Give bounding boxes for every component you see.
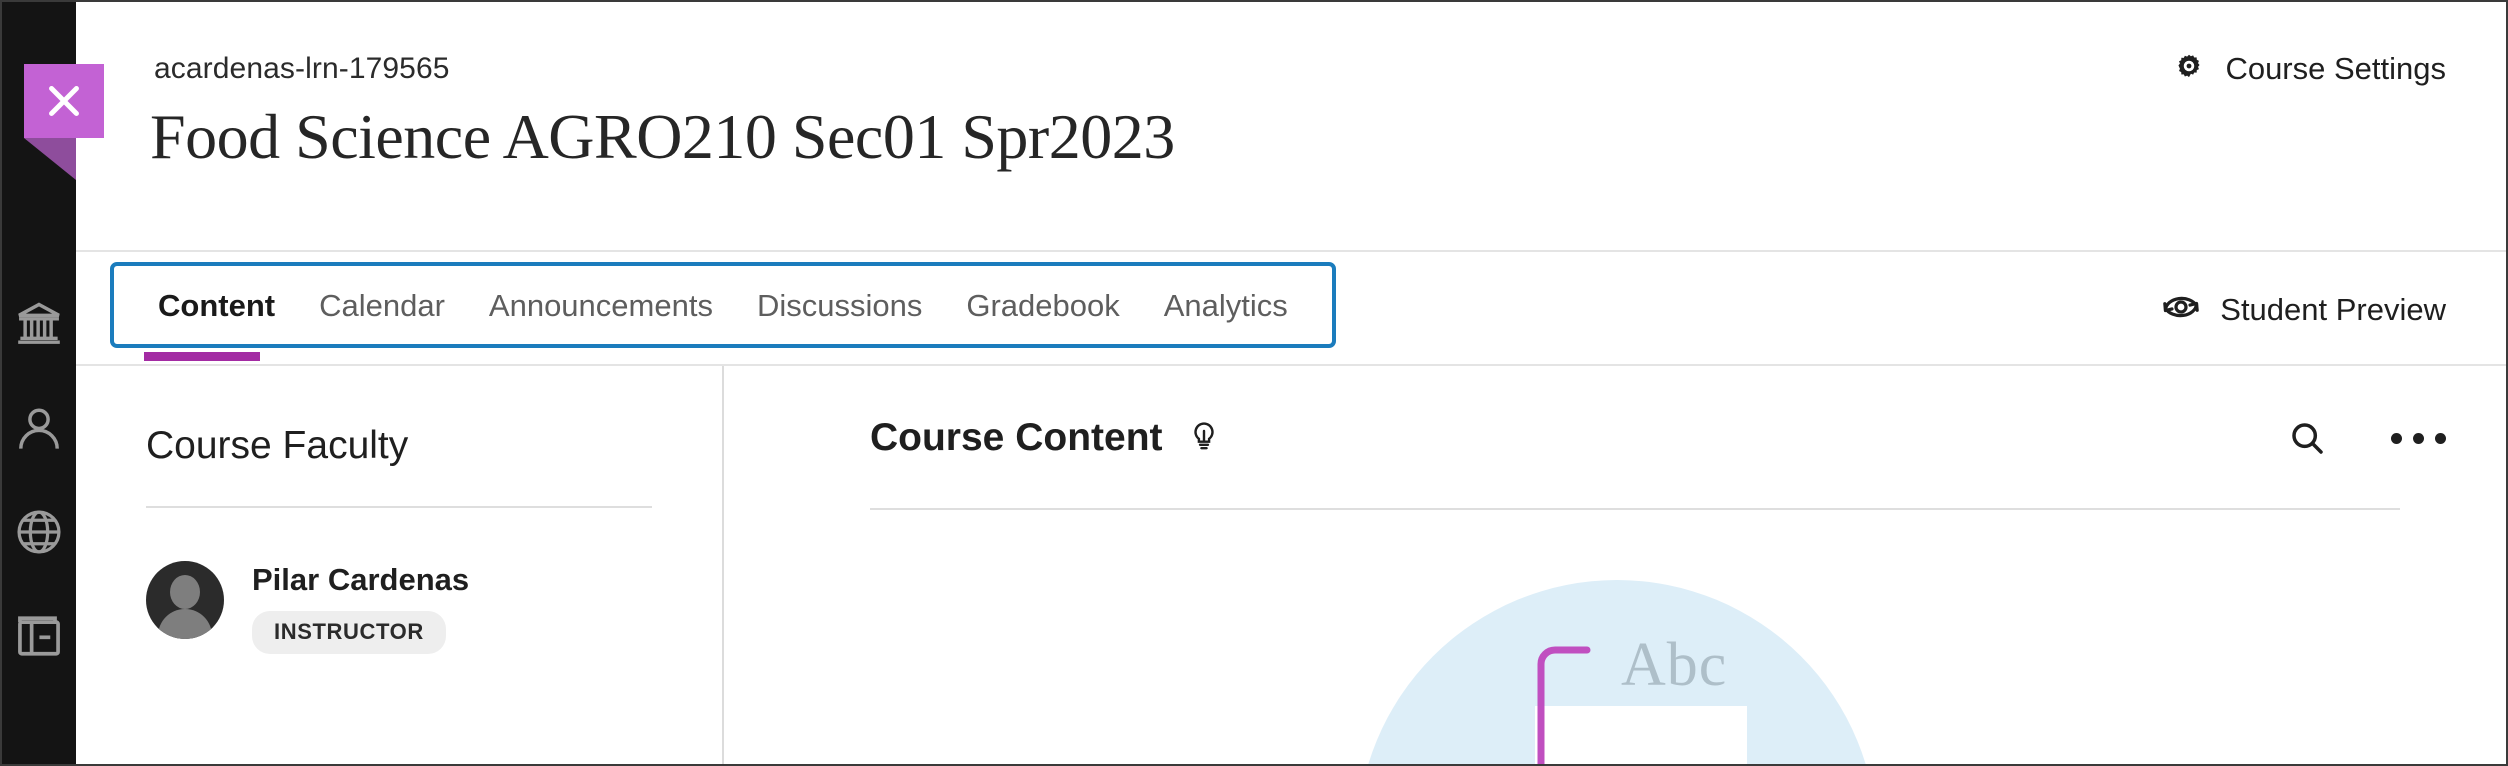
course-faculty-panel: Course Faculty Pilar Cardenas INSTRUCTOR bbox=[76, 366, 724, 766]
active-tab-indicator bbox=[144, 352, 260, 361]
course-settings-label: Course Settings bbox=[2225, 51, 2446, 87]
student-preview-label: Student Preview bbox=[2220, 292, 2446, 328]
content-action-bar bbox=[2287, 418, 2446, 458]
globe-icon bbox=[13, 506, 65, 558]
content-divider bbox=[870, 508, 2400, 510]
rail-item-courses[interactable] bbox=[2, 480, 76, 584]
avatar bbox=[146, 561, 224, 639]
rail-item-content-collection[interactable] bbox=[2, 584, 76, 688]
status-badge: INSTRUCTOR bbox=[252, 611, 446, 654]
search-icon[interactable] bbox=[2287, 418, 2327, 458]
course-content-panel: Course Content bbox=[726, 366, 2508, 766]
tab-discussions[interactable]: Discussions bbox=[735, 290, 944, 321]
avatar-head bbox=[170, 575, 200, 609]
rail-item-profile[interactable] bbox=[2, 376, 76, 480]
course-nav-bar: Content Calendar Announcements Discussio… bbox=[76, 252, 2508, 366]
avatar-shoulders bbox=[158, 609, 212, 639]
tab-gradebook[interactable]: Gradebook bbox=[944, 290, 1141, 321]
rail-icon-list bbox=[2, 272, 76, 688]
rail-item-institution[interactable] bbox=[2, 272, 76, 376]
illustration-abc-text: Abc bbox=[1621, 630, 1727, 701]
tab-calendar[interactable]: Calendar bbox=[297, 290, 467, 321]
course-header: acardenas-lrn-179565 Food Science AGRO21… bbox=[76, 4, 2508, 252]
book-icon bbox=[13, 610, 65, 662]
illustration-accent-hook bbox=[1515, 642, 1595, 766]
browser-window: acardenas-lrn-179565 Food Science AGRO21… bbox=[0, 0, 2508, 766]
course-body: Course Faculty Pilar Cardenas INSTRUCTOR… bbox=[76, 366, 2508, 766]
faculty-list-item[interactable]: Pilar Cardenas INSTRUCTOR bbox=[146, 561, 469, 654]
institution-icon bbox=[13, 298, 65, 350]
tab-analytics[interactable]: Analytics bbox=[1142, 290, 1310, 321]
page-title: Food Science AGRO210 Sec01 Spr2023 bbox=[150, 100, 1175, 174]
more-options-icon[interactable] bbox=[2391, 433, 2446, 444]
dot-3 bbox=[2435, 433, 2446, 444]
faculty-member-name: Pilar Cardenas bbox=[252, 561, 469, 597]
close-course-tab[interactable] bbox=[24, 64, 104, 138]
person-icon bbox=[13, 402, 65, 454]
close-x-icon bbox=[24, 64, 104, 138]
dot-2 bbox=[2413, 433, 2424, 444]
course-tablist[interactable]: Content Calendar Announcements Discussio… bbox=[110, 262, 1336, 348]
course-content-header: Course Content bbox=[870, 416, 1221, 460]
empty-state-illustration: Abc bbox=[1347, 580, 1887, 766]
student-preview-icon bbox=[2160, 286, 2202, 333]
course-content-title: Course Content bbox=[870, 416, 1163, 460]
tab-announcements[interactable]: Announcements bbox=[467, 290, 735, 321]
student-preview-button[interactable]: Student Preview bbox=[2160, 286, 2446, 333]
faculty-divider bbox=[146, 506, 652, 508]
faculty-member-info: Pilar Cardenas INSTRUCTOR bbox=[252, 561, 469, 654]
gear-icon bbox=[2171, 48, 2207, 89]
dot-1 bbox=[2391, 433, 2402, 444]
breadcrumb: acardenas-lrn-179565 bbox=[154, 52, 450, 86]
course-settings-button[interactable]: Course Settings bbox=[2171, 48, 2446, 89]
lightbulb-icon[interactable] bbox=[1187, 419, 1221, 458]
tab-content[interactable]: Content bbox=[136, 290, 297, 321]
course-faculty-title: Course Faculty bbox=[146, 424, 408, 468]
